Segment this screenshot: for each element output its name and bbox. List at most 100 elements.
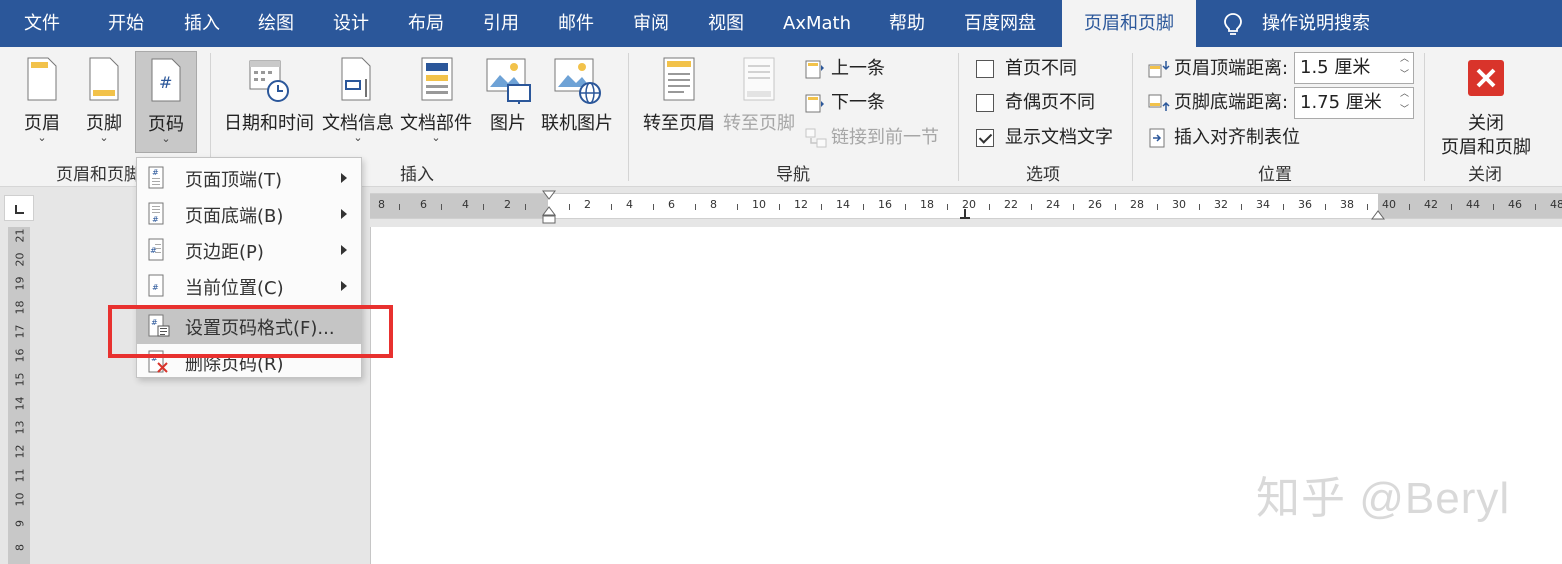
ruler-number: 6 (420, 198, 427, 211)
menu-item-bottom-of-page[interactable]: # 页面底端(B) (137, 196, 361, 232)
page-number-top-icon: # (148, 166, 164, 189)
right-indent-marker-icon[interactable] (1371, 207, 1385, 221)
ruler-tick (1031, 204, 1032, 210)
picture-button[interactable]: 图片 (480, 51, 536, 153)
checkbox-box-checked (976, 129, 994, 147)
tab-selector-button[interactable] (4, 195, 34, 221)
ruler-number: 19 (13, 276, 27, 291)
ruler-number: 15 (13, 372, 27, 387)
close-header-footer-button[interactable]: 关闭 页眉和页脚 (1436, 51, 1536, 158)
vertical-ruler[interactable]: 21 20 19 18 17 16 15 14 13 12 11 10 9 8 (8, 227, 30, 564)
ruler-number: 10 (752, 198, 766, 211)
ruler-tick (1409, 204, 1410, 210)
tab-design[interactable]: 设计 (333, 0, 369, 47)
tab-draw[interactable]: 绘图 (258, 0, 294, 47)
tab-baidu-netdisk[interactable]: 百度网盘 (964, 0, 1036, 47)
online-picture-button[interactable]: 联机图片 (540, 51, 614, 153)
menu-item-top-of-page[interactable]: # 页面顶端(T) (137, 160, 361, 196)
menu-item-current-position[interactable]: # 当前位置(C) (137, 268, 361, 304)
ruler-tick (399, 204, 400, 210)
horizontal-ruler-left-margin[interactable]: 8 6 4 2 (370, 193, 548, 219)
online-picture-icon (554, 58, 601, 104)
ruler-number: 18 (13, 300, 27, 315)
ruler-number: 48 (1550, 198, 1562, 211)
menu-item-page-margins[interactable]: # 页边距(P) (137, 232, 361, 268)
header-top-icon (1148, 61, 1170, 78)
ruler-number: 20 (13, 252, 27, 267)
ruler-tick (483, 204, 484, 210)
chevron-down-icon: ⌄ (99, 131, 109, 144)
tab-help[interactable]: 帮助 (889, 0, 925, 47)
ruler-number: 8 (13, 544, 27, 551)
chevron-down-icon: ⌄ (353, 131, 363, 144)
ruler-number: 34 (1256, 198, 1270, 211)
doc-info-icon (341, 57, 371, 101)
chevron-down-icon: ⌄ (161, 132, 171, 145)
ruler-number: 42 (1424, 198, 1438, 211)
footer-bottom-icon (1148, 94, 1170, 111)
spin-down-icon[interactable]: ﹀ (1400, 95, 1409, 125)
center-tab-stop-icon[interactable] (958, 207, 972, 221)
ruler-tick (1493, 204, 1494, 210)
tab-review[interactable]: 审阅 (633, 0, 669, 47)
ruler-tick (695, 204, 696, 210)
ruler-tick (1535, 204, 1536, 210)
tab-home[interactable]: 开始 (108, 0, 144, 47)
link-icon (805, 128, 827, 148)
page-number-button[interactable]: # 页码 ⌄ (135, 51, 197, 153)
svg-text:#: # (152, 215, 159, 224)
ruler-number: 16 (13, 348, 27, 363)
page-number-bottom-icon: # (148, 202, 164, 225)
tell-me-search[interactable]: 操作说明搜索 (1262, 0, 1370, 47)
group-label-navigation: 导航 (776, 165, 810, 185)
header-button[interactable]: 页眉 ⌄ (14, 51, 70, 153)
ruler-number: 30 (1172, 198, 1186, 211)
tab-header-footer[interactable]: 页眉和页脚 (1062, 0, 1196, 47)
date-time-button[interactable]: 日期和时间 (222, 51, 316, 153)
footer-button[interactable]: 页脚 ⌄ (76, 51, 132, 153)
ruler-number: 2 (584, 198, 591, 211)
ruler-tick (989, 204, 990, 210)
ruler-tick (1325, 204, 1326, 210)
ruler-tick (1367, 204, 1368, 210)
tab-references[interactable]: 引用 (483, 0, 519, 47)
tab-file[interactable]: 文件 (24, 0, 60, 47)
previous-section-icon (805, 60, 824, 79)
goto-header-button[interactable]: 转至页眉 (640, 51, 718, 153)
ruler-tick (1199, 204, 1200, 210)
goto-header-icon (663, 57, 695, 101)
ruler-number: 4 (626, 198, 633, 211)
alignment-tab-icon (1149, 128, 1165, 148)
ruler-tick (737, 204, 738, 210)
goto-footer-button[interactable]: 转至页脚 (720, 51, 798, 153)
ruler-tick (611, 204, 612, 210)
tab-insert[interactable]: 插入 (184, 0, 220, 47)
picture-icon (486, 58, 531, 104)
header-icon (27, 57, 57, 101)
ruler-number: 9 (13, 520, 27, 527)
tab-view[interactable]: 视图 (708, 0, 744, 47)
doc-parts-button[interactable]: 文档部件 ⌄ (398, 51, 474, 153)
tab-mailings[interactable]: 邮件 (558, 0, 594, 47)
ruler-number: 28 (1130, 198, 1144, 211)
tab-layout[interactable]: 布局 (408, 0, 444, 47)
horizontal-ruler-right-margin[interactable]: 4042444648 (1378, 193, 1562, 219)
close-icon (1468, 60, 1504, 96)
header-top-spinner[interactable]: 1.5 厘米 ︿ ﹀ (1294, 52, 1414, 84)
group-label-options: 选项 (1026, 165, 1060, 185)
doc-info-button[interactable]: 文档信息 ⌄ (320, 51, 396, 153)
ruler-tick (863, 204, 864, 210)
submenu-arrow-icon (341, 209, 347, 219)
submenu-arrow-icon (341, 281, 347, 291)
page-number-icon: # (151, 58, 181, 102)
tab-axmath[interactable]: AxMath (783, 0, 851, 47)
group-label-position: 位置 (1258, 165, 1292, 185)
ribbon-tab-bar: 文件 开始 插入 绘图 设计 布局 引用 邮件 审阅 视图 AxMath 帮助 … (0, 0, 1562, 47)
footer-icon (89, 57, 119, 101)
svg-text:#: # (152, 168, 159, 177)
ruler-number: 36 (1298, 198, 1312, 211)
page-number-current-icon: # (148, 274, 164, 297)
footer-bottom-spinner[interactable]: 1.75 厘米 ︿ ﹀ (1294, 87, 1414, 119)
indent-marker-icon[interactable] (541, 189, 557, 225)
ruler-number: 26 (1088, 198, 1102, 211)
